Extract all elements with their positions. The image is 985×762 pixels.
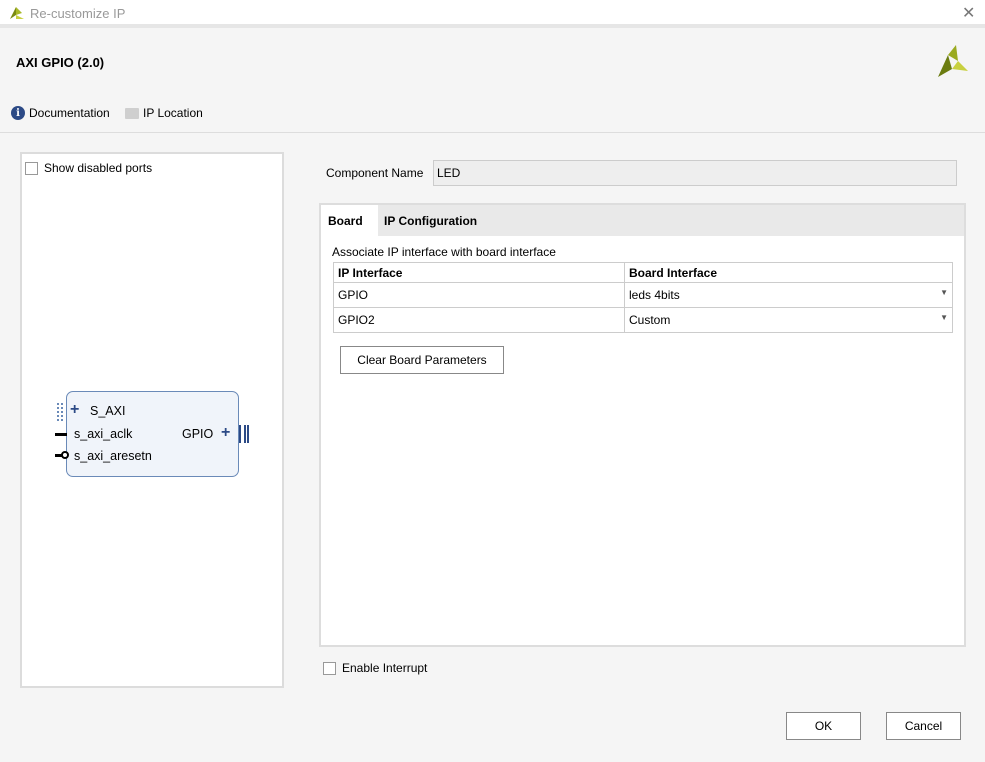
folder-icon xyxy=(125,107,139,119)
enable-interrupt-label: Enable Interrupt xyxy=(342,661,428,675)
board-interface-select[interactable]: leds 4bits ▼ xyxy=(624,282,953,308)
cancel-button[interactable]: Cancel xyxy=(886,712,961,740)
checkbox-box[interactable] xyxy=(25,161,38,175)
table-row: GPIO2 Custom ▼ xyxy=(333,307,953,333)
port-s-axi-aclk: s_axi_aclk xyxy=(74,427,133,441)
close-icon[interactable]: ✕ xyxy=(962,3,975,23)
ip-location-link[interactable]: IP Location xyxy=(125,106,203,120)
enable-interrupt-checkbox[interactable]: Enable Interrupt xyxy=(323,661,427,675)
dropdown-arrow-icon[interactable]: ▼ xyxy=(940,288,948,297)
select-value: Custom xyxy=(629,313,671,327)
component-name-input[interactable]: LED xyxy=(433,160,957,186)
board-description: Associate IP interface with board interf… xyxy=(332,245,556,259)
show-disabled-ports-checkbox[interactable]: Show disabled ports xyxy=(25,161,152,175)
component-name-label: Component Name xyxy=(326,166,424,180)
dropdown-arrow-icon[interactable]: ▼ xyxy=(940,313,948,322)
port-gpio: GPIO xyxy=(182,427,214,441)
table-row: GPIO leds 4bits ▼ xyxy=(333,282,953,308)
title-bar: Re-customize IP ✕ xyxy=(0,0,985,28)
select-value: leds 4bits xyxy=(629,288,680,302)
column-header: Board Interface xyxy=(624,262,953,283)
board-interface-select[interactable]: Custom ▼ xyxy=(624,307,953,333)
documentation-link[interactable]: i Documentation xyxy=(11,106,110,120)
xilinx-logo-icon xyxy=(938,45,968,77)
axi-gpio-block[interactable]: + S_AXI s_axi_aclk s_axi_aresetn GPIO + xyxy=(55,391,249,477)
port-s-axi-aresetn: s_axi_aresetn xyxy=(74,449,152,463)
tab-board[interactable]: Board xyxy=(321,205,378,236)
clock-pin-icon xyxy=(55,433,67,436)
ok-button[interactable]: OK xyxy=(786,712,861,740)
ip-interface-cell: GPIO xyxy=(333,282,625,308)
column-header: IP Interface xyxy=(333,262,625,283)
expand-s-axi-icon[interactable]: + xyxy=(70,401,79,419)
checkbox-box[interactable] xyxy=(323,661,336,675)
documentation-label: Documentation xyxy=(29,106,110,120)
ip-location-label: IP Location xyxy=(143,106,203,120)
expand-gpio-icon[interactable]: + xyxy=(221,424,230,442)
tab-panel: Board IP Configuration Associate IP inte… xyxy=(319,203,966,647)
tab-ip-configuration[interactable]: IP Configuration xyxy=(377,205,484,236)
gpio-bus-icon xyxy=(239,425,249,443)
ip-interface-cell: GPIO2 xyxy=(333,307,625,333)
vivado-logo-icon xyxy=(10,7,24,19)
info-icon: i xyxy=(11,106,25,120)
tab-strip: Board IP Configuration xyxy=(321,205,964,236)
bus-interface-icon xyxy=(57,403,63,421)
divider xyxy=(0,132,985,133)
window-title: Re-customize IP xyxy=(30,6,126,21)
show-disabled-ports-label: Show disabled ports xyxy=(44,161,153,175)
ip-name: AXI GPIO (2.0) xyxy=(16,55,105,70)
reset-bubble-icon xyxy=(61,451,69,459)
port-s-axi: S_AXI xyxy=(90,404,126,418)
clear-board-parameters-button[interactable]: Clear Board Parameters xyxy=(340,346,504,374)
board-interface-table: IP Interface Board Interface GPIO leds 4bi… xyxy=(333,262,953,333)
